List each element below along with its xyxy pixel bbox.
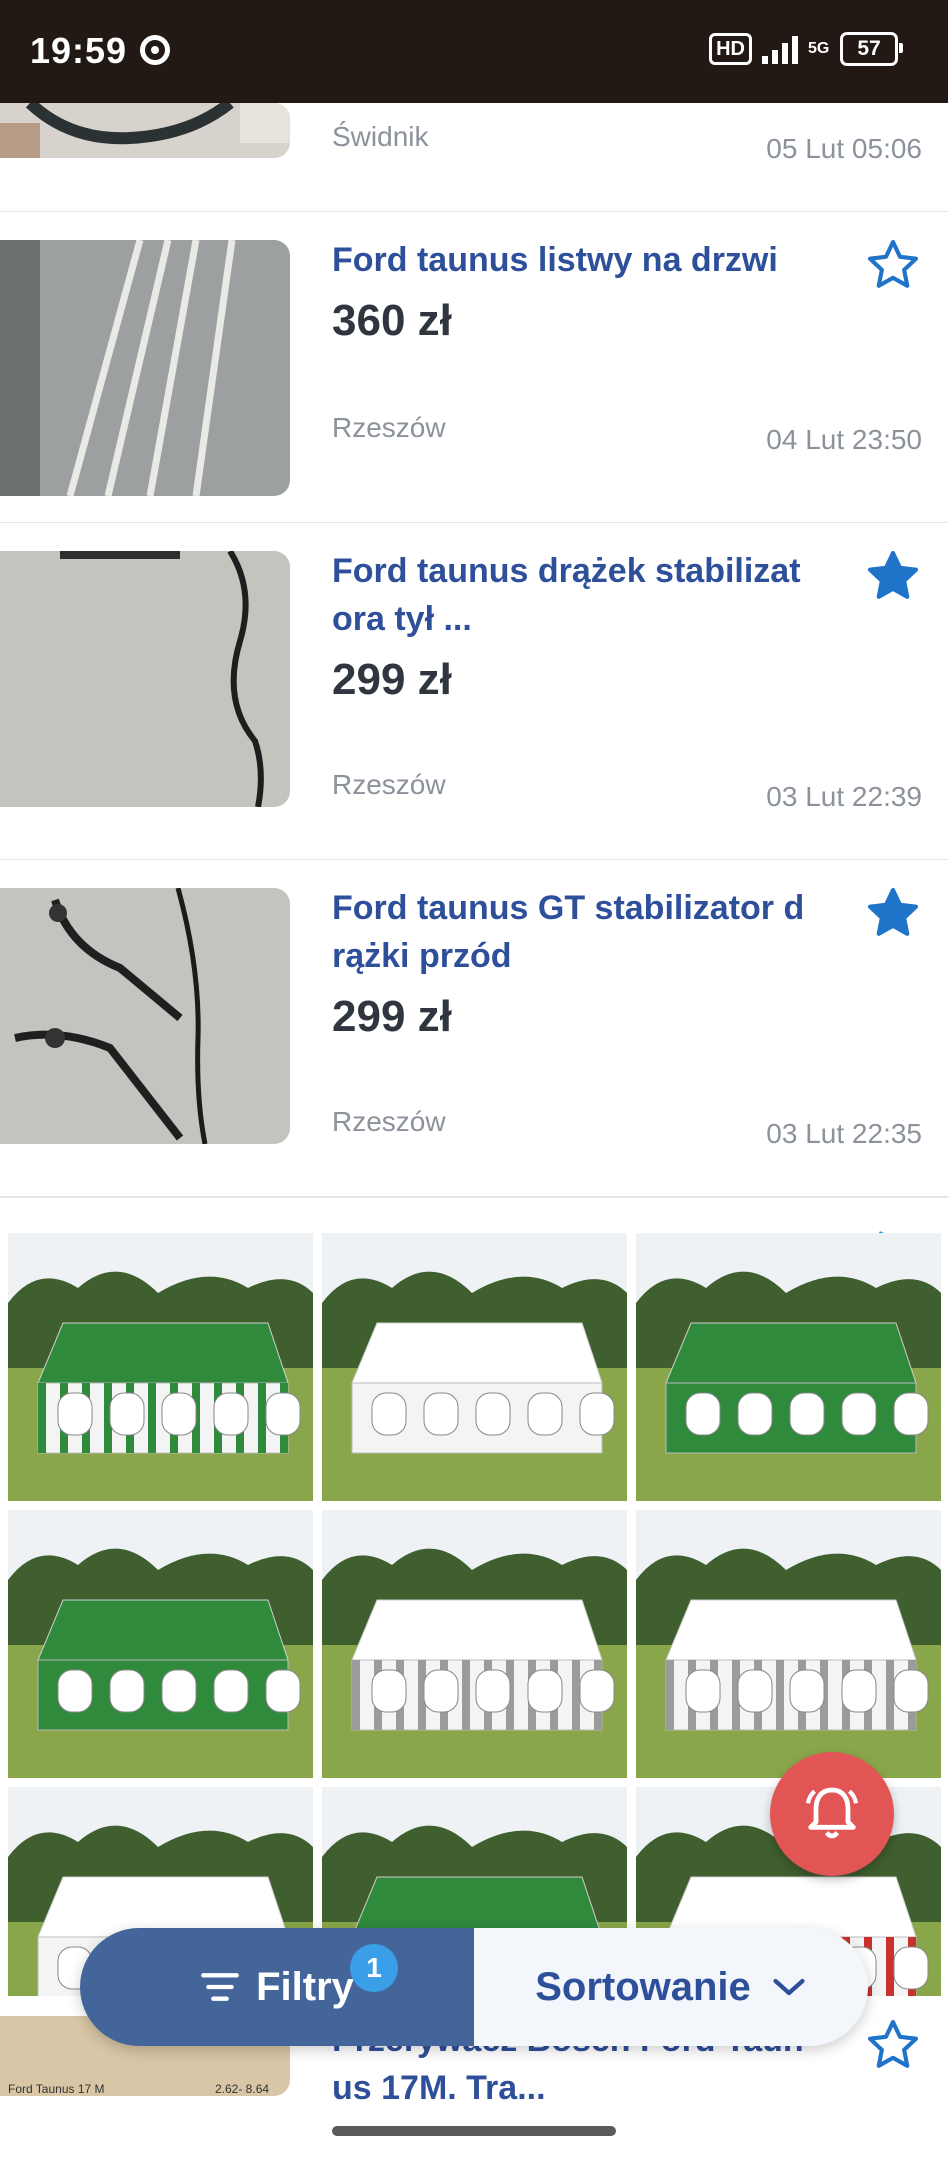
tent-image[interactable]: [322, 1510, 627, 1778]
listing-date: 03 Lut 22:39: [766, 781, 922, 812]
status-indicators: HD 5G 57: [709, 32, 903, 66]
star-filled-icon[interactable]: [864, 547, 922, 605]
steering-wheel-image: [0, 103, 290, 158]
listing-date: 04 Lut 23:50: [766, 424, 922, 455]
tent-image[interactable]: [636, 1510, 941, 1778]
stabilizer-parts-image: [0, 888, 290, 1144]
listing-thumbnail[interactable]: [0, 240, 290, 496]
tent-image[interactable]: [8, 1233, 313, 1501]
listing-price: 299 zł: [332, 992, 452, 1041]
filters-button[interactable]: Filtry 1: [80, 1928, 474, 2046]
star-outline-icon[interactable]: [864, 2016, 922, 2074]
sort-button[interactable]: Sortowanie: [474, 1928, 868, 2046]
listing-title[interactable]: Ford taunus GT stabilizator d rążki przó…: [332, 884, 832, 980]
notification-bell-button[interactable]: [770, 1752, 894, 1876]
listing-price: 360 zł: [332, 296, 452, 345]
status-time: 19:59: [30, 30, 128, 71]
status-bar: 19:59 HD 5G 57: [0, 0, 948, 103]
listing-title[interactable]: Ford taunus listwy na drzwi: [332, 236, 832, 284]
star-filled-icon[interactable]: [864, 884, 922, 942]
chevron-down-icon: [773, 1978, 805, 1996]
signal-icon: [762, 34, 798, 64]
filters-count-badge: 1: [350, 1944, 398, 1992]
sort-label: Sortowanie: [535, 1964, 751, 2009]
listing-city: Rzeszów: [332, 769, 446, 800]
listing-thumbnail[interactable]: [0, 551, 290, 807]
battery-level: 57: [857, 37, 881, 60]
door-trim-image: [0, 240, 290, 496]
listing-thumbnail[interactable]: [0, 103, 290, 158]
battery-icon: 57: [840, 32, 903, 66]
listing-date: 03 Lut 22:35: [766, 1118, 922, 1149]
listing-city: Rzeszów: [332, 1106, 446, 1137]
filter-sort-bar: Filtry 1 Sortowanie: [80, 1928, 868, 2046]
chrome-icon: [140, 35, 170, 65]
tent-image[interactable]: [8, 1510, 313, 1778]
filters-label: Filtry: [256, 1964, 354, 2009]
listing-city: Rzeszów: [332, 412, 446, 443]
list-item[interactable]: Ford taunus GT stabilizator d rążki przó…: [0, 860, 948, 1198]
listing-title[interactable]: Ford taunus drążek stabilizat ora tył ..…: [332, 547, 832, 643]
filter-icon: [201, 1973, 239, 2001]
ad-banner[interactable]: [0, 1225, 948, 2055]
tent-image[interactable]: [322, 1233, 627, 1501]
thumb-code: 2.62- 8.64: [215, 2082, 270, 2096]
bell-icon: [805, 1787, 859, 1839]
stabilizer-bar-image: [0, 551, 290, 807]
list-item[interactable]: Ford taunus drążek stabilizat ora tył ..…: [0, 523, 948, 861]
list-item[interactable]: Świdnik 05 Lut 05:06: [0, 103, 948, 213]
thumb-caption: Ford Taunus 17 M: [8, 2082, 105, 2096]
listing-thumbnail[interactable]: [0, 888, 290, 1144]
hd-icon: HD: [709, 33, 752, 65]
tent-image[interactable]: [636, 1233, 941, 1501]
network-type: 5G: [808, 40, 830, 57]
list-item[interactable]: Ford taunus listwy na drzwi 360 zł Rzesz…: [0, 212, 948, 524]
listing-city: Świdnik: [332, 121, 429, 152]
home-indicator[interactable]: [332, 2126, 616, 2136]
listing-price: 299 zł: [332, 655, 452, 704]
listing-date: 05 Lut 05:06: [766, 133, 922, 164]
star-outline-icon[interactable]: [864, 236, 922, 294]
